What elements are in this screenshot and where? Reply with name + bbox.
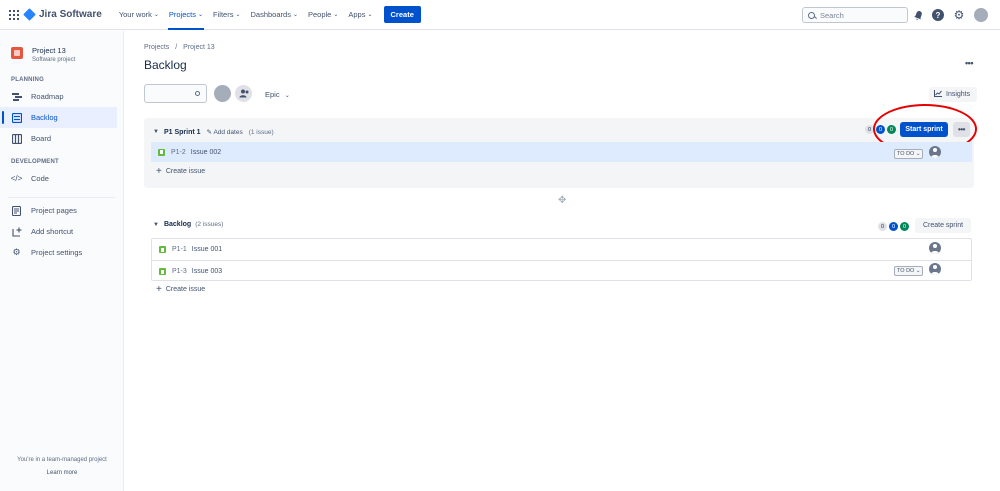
create-issue-button[interactable]: + Create issue: [156, 284, 205, 295]
create-button[interactable]: Create: [383, 6, 421, 23]
sprint-issue-count: (1 issue): [248, 128, 274, 136]
chevron-down-icon: ⌄: [367, 12, 373, 18]
add-dates-button[interactable]: ✎ Add dates: [207, 128, 243, 136]
issue-summary: Issue 003: [191, 268, 223, 275]
sprint-name: P1 Sprint 1: [163, 128, 201, 136]
done-count-badge: 0: [900, 222, 909, 231]
sidebar-item-code[interactable]: </> Code: [0, 168, 123, 189]
backlog-name: Backlog: [163, 221, 192, 228]
project-name: Project 13: [32, 46, 66, 55]
breadcrumb-projects[interactable]: Projects: [144, 44, 169, 51]
plus-icon: +: [156, 284, 162, 295]
backlog-header[interactable]: ▼ Backlog (2 issues): [153, 221, 223, 228]
issue-key: P1-3: [172, 268, 187, 275]
sidebar-item-roadmap[interactable]: Roadmap: [0, 86, 123, 107]
app-switcher-icon[interactable]: [9, 9, 19, 20]
chevron-down-icon: ▼: [153, 129, 159, 135]
status-dropdown[interactable]: TO DO ⌄: [894, 266, 924, 276]
learn-more-link[interactable]: Learn more: [0, 470, 124, 476]
search-icon: [195, 91, 200, 96]
nav-apps[interactable]: Apps ⌄: [343, 0, 377, 30]
assignee-icon[interactable]: [929, 263, 941, 275]
backlog-list: P1-1 Issue 001 P1-3 Issue 003: [151, 238, 972, 281]
table-row[interactable]: P1-3 Issue 003: [159, 261, 972, 282]
issue-summary: Issue 001: [191, 246, 223, 253]
sidebar-item-board[interactable]: Board: [0, 128, 123, 149]
story-icon: [159, 268, 166, 275]
backlog-icon: [11, 112, 22, 123]
assignee-icon[interactable]: [929, 146, 941, 158]
sidebar-item-project-pages[interactable]: Project pages: [0, 200, 123, 221]
search-placeholder: Search: [820, 10, 844, 20]
jira-logo[interactable]: Jira Software: [23, 8, 102, 21]
issue-summary: Issue 002: [190, 148, 222, 156]
nav-your-work[interactable]: Your work ⌄: [114, 0, 164, 30]
nav-filters[interactable]: Filters ⌄: [208, 0, 245, 30]
create-issue-button[interactable]: + Create issue: [156, 166, 205, 177]
sidebar: Project 13 Software project PLANNING Roa…: [0, 31, 124, 491]
issue-key: P1-2: [171, 148, 186, 156]
jira-logo-icon: [23, 8, 36, 21]
todo-count-badge: 0: [878, 222, 887, 231]
help-icon[interactable]: ?: [932, 9, 944, 21]
story-icon: [158, 148, 165, 156]
table-row[interactable]: P1-2 Issue 002: [151, 142, 972, 162]
insights-button[interactable]: Insights: [929, 87, 977, 102]
breadcrumb-project[interactable]: Project 13: [183, 44, 215, 51]
add-shortcut-icon: [11, 227, 22, 237]
in-progress-count-badge: 0: [889, 222, 898, 231]
page-title: Backlog: [144, 58, 187, 72]
nav-dashboards[interactable]: Dashboards ⌄: [246, 0, 303, 30]
story-icon: [159, 246, 166, 253]
project-icon: [11, 47, 23, 59]
chevron-down-icon: ⌄: [292, 12, 298, 18]
user-avatar[interactable]: [974, 8, 988, 22]
issue-key: P1-1: [172, 246, 187, 253]
table-row[interactable]: P1-1 Issue 001: [159, 239, 972, 260]
assignee-icon[interactable]: [929, 242, 941, 254]
board-icon: [11, 133, 22, 144]
chevron-down-icon: ▼: [153, 221, 159, 228]
chevron-down-icon: ⌄: [235, 12, 241, 18]
chevron-down-icon: ⌄: [153, 12, 159, 18]
planning-heading: PLANNING: [11, 77, 44, 83]
roadmap-icon: [11, 92, 22, 102]
create-sprint-button[interactable]: Create sprint: [915, 218, 971, 233]
chart-icon: [934, 90, 942, 99]
gear-icon: ⚙: [12, 247, 21, 257]
team-managed-note: You're in a team-managed project: [17, 457, 107, 463]
backlog-issue-count: (2 issues): [195, 221, 224, 228]
nav-projects[interactable]: Projects ⌄: [164, 0, 208, 30]
page-icon: [11, 205, 22, 216]
sidebar-item-add-shortcut[interactable]: Add shortcut: [0, 221, 123, 242]
nav-people[interactable]: People ⌄: [303, 0, 343, 30]
backlog-search-input[interactable]: [144, 84, 207, 103]
code-icon: </>: [10, 174, 23, 183]
logo-text: Jira Software: [39, 9, 102, 20]
search-icon: [808, 11, 815, 19]
plus-icon: +: [156, 166, 162, 177]
search-input[interactable]: Search: [802, 7, 908, 23]
add-people-icon[interactable]: [235, 85, 252, 102]
development-heading: DEVELOPMENT: [11, 159, 59, 165]
chevron-down-icon: ⌄: [198, 12, 204, 18]
backlog-status-badges: 0 0 0: [876, 222, 909, 231]
sidebar-divider: [8, 197, 115, 198]
chevron-down-icon: ⌄: [333, 12, 339, 18]
sidebar-item-project-settings[interactable]: ⚙ Project settings: [0, 242, 123, 263]
drag-handle-icon[interactable]: ✥: [558, 195, 570, 207]
project-type: Software project: [32, 57, 76, 63]
avatar[interactable]: [214, 85, 231, 102]
sprint-header[interactable]: ▼ P1 Sprint 1 ✎ Add dates (1 issue): [153, 128, 274, 137]
gear-icon[interactable]: ⚙: [953, 8, 965, 22]
breadcrumb: Projects / Project 13: [144, 44, 219, 51]
project-header[interactable]: Project 13 Software project: [0, 31, 123, 63]
notifications-icon[interactable]: [912, 9, 924, 21]
status-dropdown[interactable]: TO DO ⌄: [894, 149, 924, 159]
breadcrumb-separator: /: [175, 44, 178, 51]
epic-filter[interactable]: Epic ⌄: [265, 90, 290, 99]
more-actions-button[interactable]: •••: [961, 55, 977, 71]
sidebar-item-backlog[interactable]: Backlog: [0, 107, 117, 128]
chevron-down-icon: ⌄: [284, 93, 290, 99]
